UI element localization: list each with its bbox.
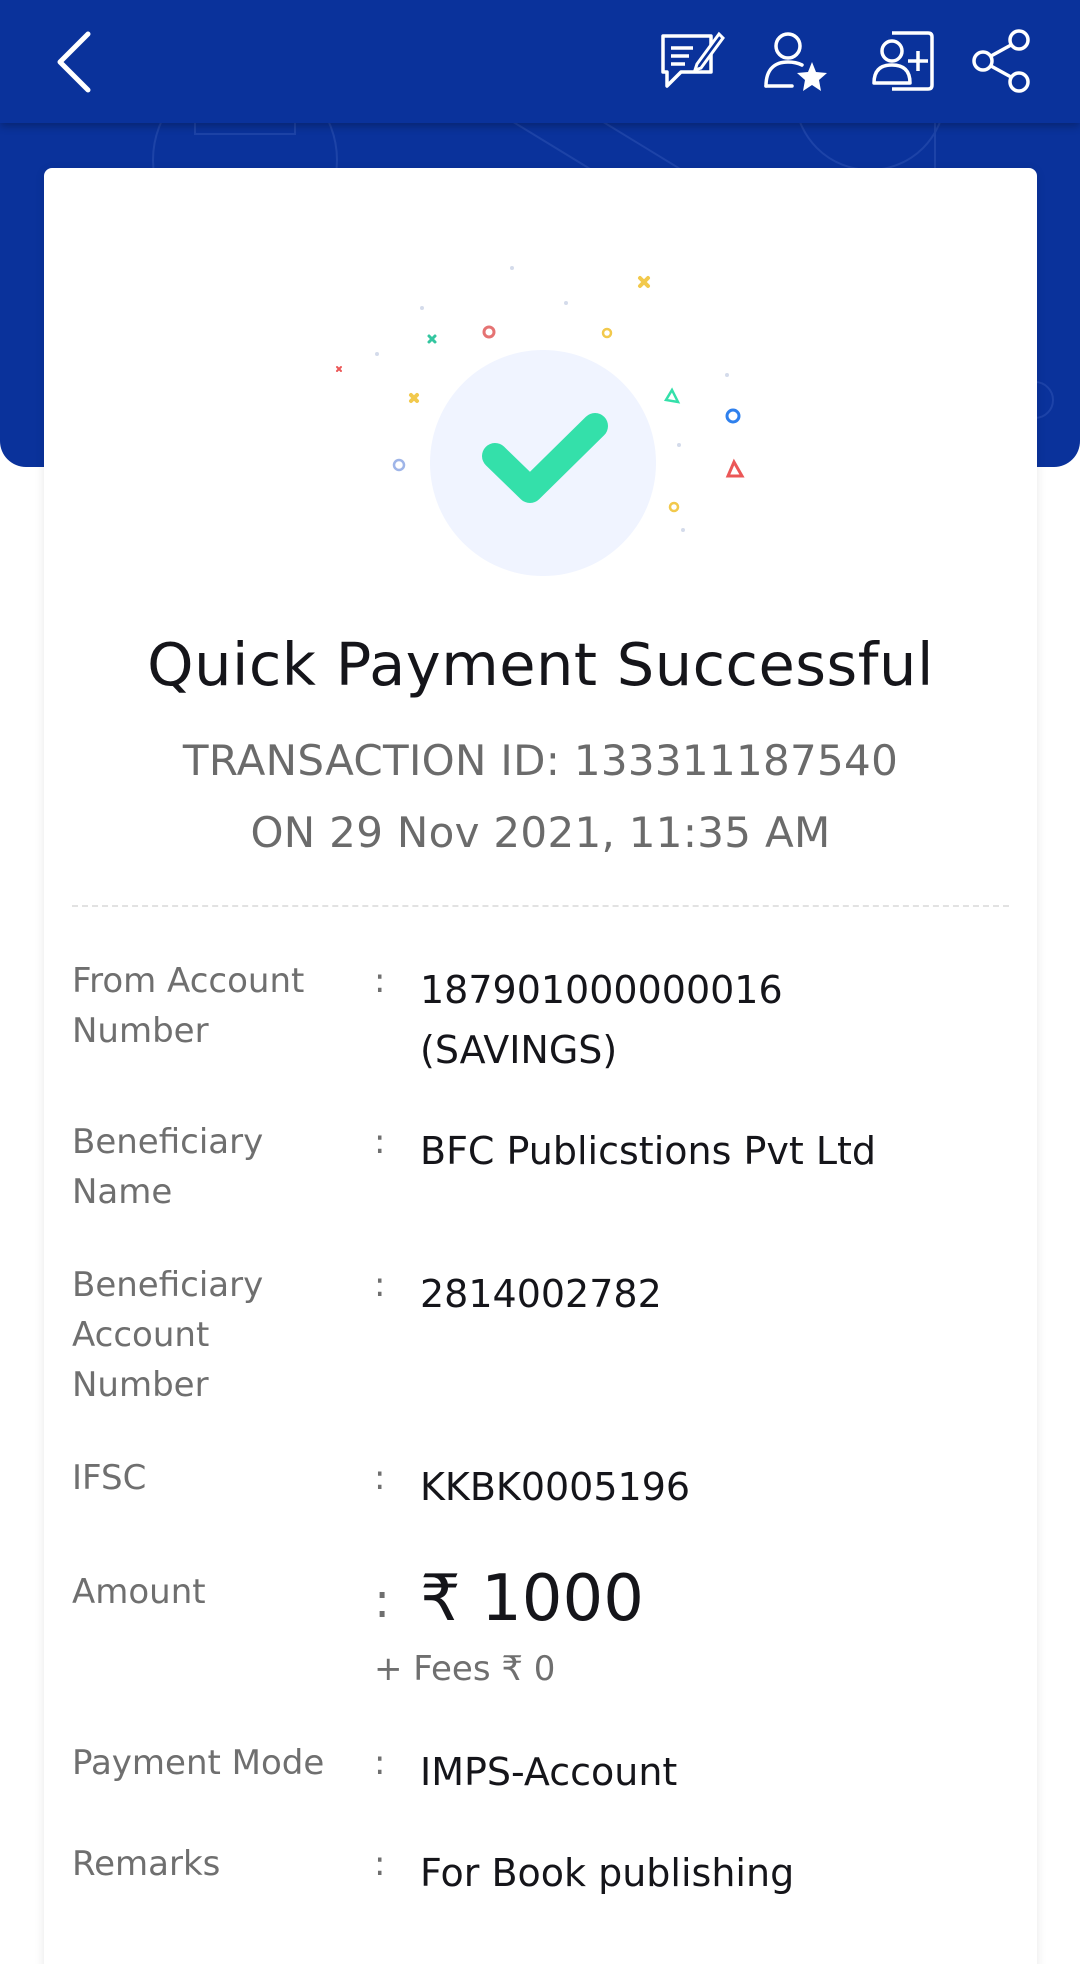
detail-value: BFC Publicstions Pvt Ltd (420, 1129, 877, 1173)
detail-label: From Account Number (72, 961, 305, 1051)
add-payee-icon[interactable] (868, 26, 940, 96)
favourite-payee-icon[interactable] (760, 26, 832, 96)
transaction-id: TRANSACTION ID: 133311187540 (182, 736, 899, 785)
separator: : (374, 1458, 386, 1498)
detail-value: For Book publishing (420, 1851, 795, 1895)
share-icon[interactable] (966, 26, 1038, 96)
back-arrow-icon[interactable] (44, 26, 104, 98)
detail-label: IFSC (72, 1458, 147, 1498)
detail-label: Beneficiary Account Number (72, 1265, 264, 1405)
detail-label: Amount (72, 1572, 206, 1612)
transaction-date: ON 29 Nov 2021, 11:35 AM (250, 808, 831, 857)
top-app-bar (0, 0, 1080, 123)
payment-status-title: Quick Payment Successful (147, 630, 934, 699)
message-icon[interactable] (655, 26, 727, 96)
success-illustration (336, 266, 745, 576)
separator: : (374, 961, 386, 1001)
separator: : (374, 1743, 386, 1783)
receipt-card: Quick Payment Successful TRANSACTION ID:… (44, 168, 1037, 1964)
detail-value: IMPS-Account (420, 1750, 678, 1794)
amount-value: ₹ 1000 (420, 1562, 644, 1636)
detail-value: 187901000000016 (SAVINGS) (420, 968, 783, 1072)
dashed-divider (72, 905, 1009, 907)
detail-value: KKBK0005196 (420, 1465, 691, 1509)
separator: : (374, 1844, 386, 1884)
separator: : (374, 1265, 386, 1305)
fees-value: + Fees ₹ 0 (374, 1649, 556, 1689)
detail-value: 2814002782 (420, 1272, 662, 1316)
separator: : (374, 1122, 386, 1162)
detail-label: Remarks (72, 1844, 221, 1884)
detail-label: Payment Mode (72, 1743, 325, 1783)
detail-label: Beneficiary Name (72, 1122, 264, 1212)
separator: : (374, 1573, 391, 1629)
